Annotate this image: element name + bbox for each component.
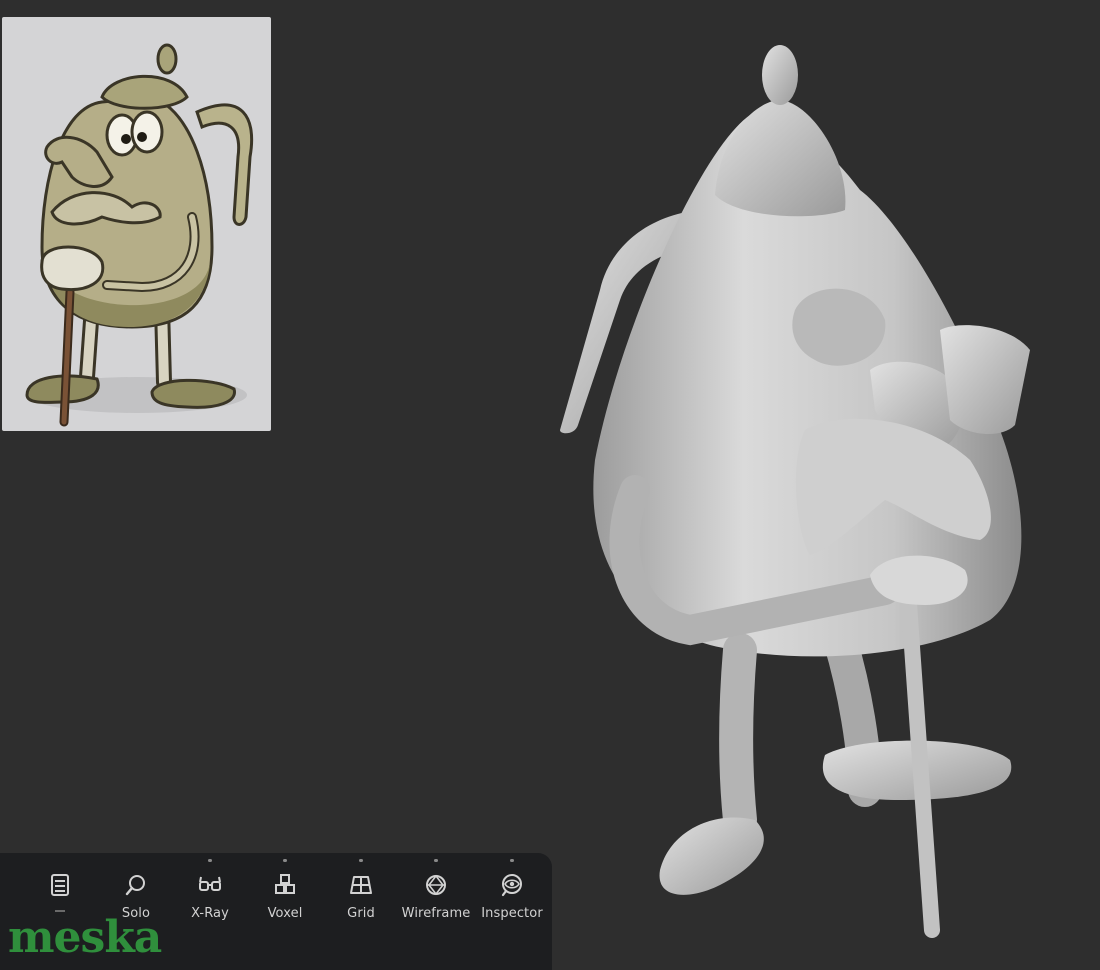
tool-x-ray[interactable]: X-Ray [172, 853, 248, 943]
document-icon [51, 874, 69, 896]
eye-icon [501, 874, 522, 897]
cubes-icon [275, 874, 295, 894]
sphere-wire-icon [426, 874, 446, 896]
tool-inspector[interactable]: Inspector [474, 853, 550, 943]
search-icon [125, 875, 145, 896]
tool-label: Wireframe [401, 906, 471, 921]
glasses-icon [199, 876, 221, 891]
tool-voxel[interactable]: Voxel [247, 853, 323, 943]
3d-viewport[interactable] [0, 0, 1100, 970]
3d-model[interactable] [540, 30, 1080, 950]
tool-label: Voxel [267, 906, 303, 921]
grid-icon [350, 876, 372, 894]
tool-wireframe[interactable]: Wireframe [398, 853, 474, 943]
reference-image [2, 17, 271, 431]
tool-label: Inspector [481, 906, 543, 921]
tool-grid[interactable]: Grid [323, 853, 399, 943]
watermark-logo: meska [8, 912, 162, 963]
tool-label: Grid [347, 906, 375, 921]
tool-label: X-Ray [191, 906, 229, 921]
